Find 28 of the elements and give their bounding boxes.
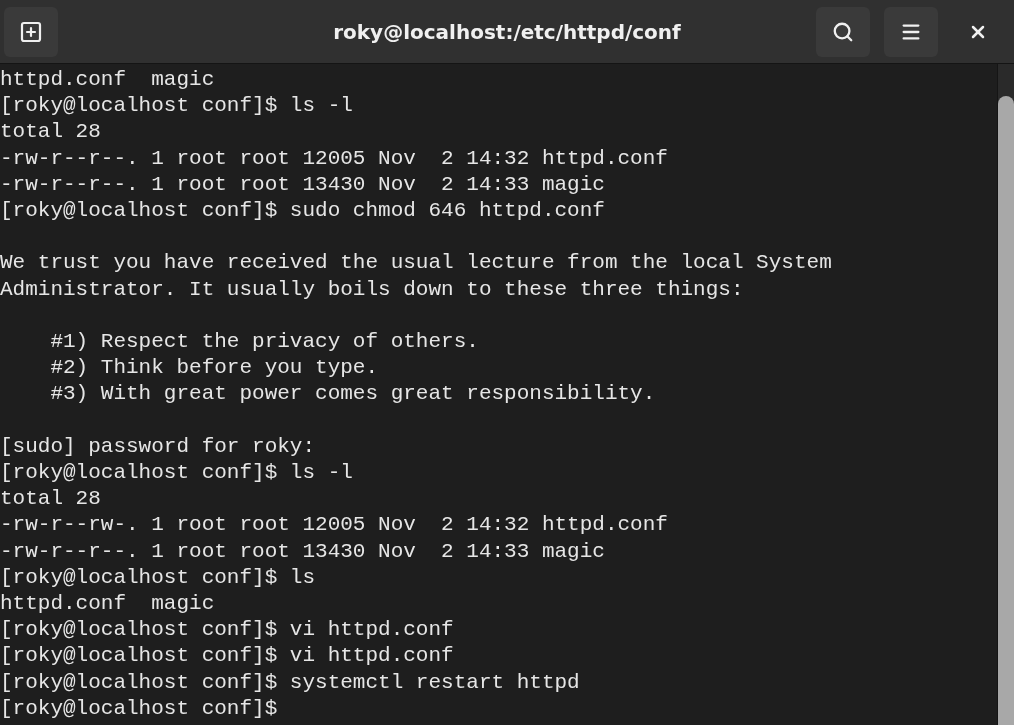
terminal-line: [roky@localhost conf]$ <box>0 695 279 722</box>
terminal-line: [roky@localhost conf]$ sudo chmod 646 httpd.conf <box>0 198 606 224</box>
terminal-line: #1) Respect the privacy of others. <box>49 329 480 355</box>
terminal-line: httpd.conf magic <box>0 591 216 617</box>
terminal-line: -rw-r--r--. 1 root root 13430 Nov 2 14:33 magic <box>0 171 606 198</box>
terminal-line: [roky@localhost conf]$ vi httpd.conf <box>0 617 455 644</box>
terminal-line: [roky@localhost conf]$ ls -l <box>0 93 354 120</box>
terminal-line: total 28 <box>0 486 102 513</box>
terminal-line: #2) Think before you type. <box>49 355 380 382</box>
terminal-line: -rw-r--r--. 1 root root 12005 Nov 2 14:32 httpd.conf <box>0 145 669 172</box>
terminal-line: -rw-r--rw-. 1 root root 12005 Nov 2 14:32 httpd.conf <box>0 512 669 539</box>
terminal-line: httpd.conf magic <box>0 67 216 93</box>
terminal-line: [roky@localhost conf]$ ls -l <box>0 460 354 486</box>
search-icon <box>832 20 854 43</box>
terminal-line: [roky@localhost conf]$ vi httpd.conf <box>0 643 455 670</box>
terminal-line: #3) With great power comes great responsibility. <box>49 381 657 408</box>
menu-button[interactable] <box>884 6 938 57</box>
terminal-line: -rw-r--r--. 1 root root 13430 Nov 2 14:33 magic <box>0 538 606 565</box>
new-tab-button[interactable] <box>4 6 58 57</box>
new-tab-icon <box>19 19 43 44</box>
terminal-line: total 28 <box>0 119 102 146</box>
window-title: roky@localhost:/etc/httpd/conf <box>333 18 681 46</box>
search-button[interactable] <box>816 6 870 57</box>
terminal-line: We trust you have received the usual lecture from the local System <box>0 250 833 277</box>
terminal-line: Administrator. It usually boils down to these three things: <box>0 276 745 303</box>
terminal-line: [roky@localhost conf]$ ls <box>0 564 317 591</box>
terminal-line: [roky@localhost conf]$ systemctl restart httpd <box>0 669 581 696</box>
terminal-line: [sudo] password for roky: <box>0 433 317 460</box>
